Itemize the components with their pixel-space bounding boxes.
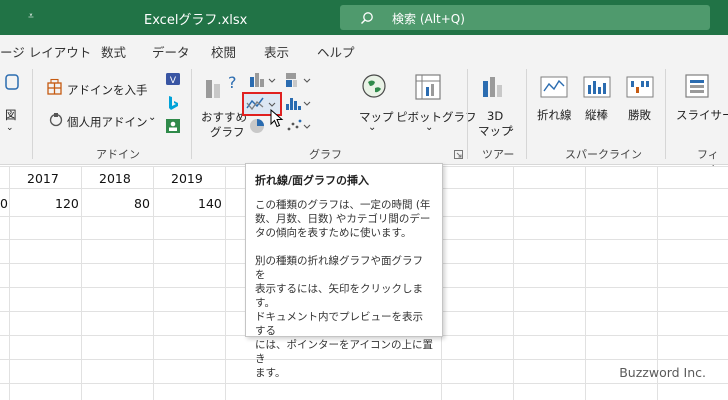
search-placeholder: 検索 (Alt+Q)	[392, 12, 465, 26]
svg-text:?: ?	[228, 73, 237, 92]
tab-review[interactable]: 校閲	[211, 42, 236, 61]
watermark: Buzzword Inc.	[619, 365, 706, 380]
tab-view[interactable]: 表示	[264, 42, 289, 61]
3d-map-label-1[interactable]: 3D	[487, 109, 503, 123]
recommended-charts-icon[interactable]: ?	[203, 72, 237, 100]
sparkline-line-icon[interactable]	[540, 75, 568, 99]
people-graph-icon[interactable]	[165, 118, 181, 134]
bing-maps-icon[interactable]	[165, 95, 181, 111]
slicer-icon[interactable]	[684, 73, 712, 101]
quick-access-customize-icon[interactable]: ⩡	[24, 8, 38, 26]
search-box[interactable]: 検索 (Alt+Q)	[340, 5, 710, 30]
grid-line	[9, 166, 10, 400]
shapes-icon[interactable]	[2, 73, 22, 93]
addins-group-label: アドイン	[96, 148, 140, 161]
ribbon-tabs: ージ レイアウト 数式 データ 校閲 表示 ヘルプ	[0, 35, 728, 65]
search-icon	[361, 12, 373, 24]
grid-line	[585, 166, 586, 400]
scatter-chart-icon[interactable]	[284, 117, 314, 135]
get-addins-button[interactable]: アドインを入手	[67, 82, 148, 98]
table-header-cell[interactable]: 2018	[99, 171, 131, 186]
sparkline-winloss-icon[interactable]	[626, 75, 654, 99]
sparkline-column-button[interactable]: 縦棒	[585, 107, 608, 123]
store-icon	[47, 78, 62, 95]
title-bar: ⩡ Excelグラフ.xlsx 検索 (Alt+Q)	[0, 0, 728, 35]
separator	[191, 69, 192, 159]
map-chart-icon[interactable]	[361, 73, 387, 99]
table-header-cell[interactable]: 2017	[27, 171, 59, 186]
grid-line	[81, 166, 82, 400]
visio-icon[interactable]: V	[165, 71, 181, 87]
tab-formulas[interactable]: 数式	[101, 42, 126, 61]
document-title: Excelグラフ.xlsx	[144, 13, 248, 28]
tooltip-hint: 別の種類の折れ線グラフや面グラフを 表示するには、矢印をクリックします。 ドキュ…	[255, 255, 433, 379]
grid-line	[153, 166, 154, 400]
tours-group-label: ツアー	[482, 148, 515, 161]
svg-text:V: V	[170, 76, 177, 86]
sparkline-line-button[interactable]: 折れ線	[537, 107, 572, 123]
3d-map-icon[interactable]	[480, 73, 506, 101]
separator	[467, 69, 468, 159]
grid-line	[513, 166, 514, 400]
tab-data[interactable]: データ	[152, 42, 190, 61]
my-addins-dropdown-icon[interactable]: ⌄	[148, 112, 156, 123]
mouse-pointer-icon	[270, 109, 284, 128]
separator	[526, 69, 527, 159]
table-header-cell[interactable]: 2019	[171, 171, 203, 186]
illustrations-dropdown-icon[interactable]: ⌄	[6, 123, 14, 133]
table-value-cell[interactable]: 120	[55, 196, 79, 211]
charts-group-label: グラフ	[309, 148, 342, 161]
sparklines-group-label: スパークライン	[565, 148, 642, 161]
table-value-cell[interactable]: 80	[134, 196, 150, 211]
illustrations-label[interactable]: 図	[5, 107, 17, 123]
pivot-chart-icon[interactable]	[414, 73, 442, 101]
pivot-chart-dropdown-icon[interactable]: ⌄	[425, 122, 433, 133]
recommended-charts-label-1[interactable]: おすすめ	[201, 109, 247, 125]
separator	[32, 69, 33, 159]
grid-line	[225, 166, 226, 400]
sparkline-column-icon[interactable]	[583, 75, 611, 99]
line-area-chart-tooltip: 折れ線/面グラフの挿入 この種類のグラフは、一定の時間 (年 数、月数、日数) …	[245, 163, 443, 379]
tooltip-description: この種類のグラフは、一定の時間 (年 数、月数、日数) やカテゴリ間のデー タの…	[255, 199, 431, 239]
separator	[665, 69, 666, 159]
dialog-launcher-icon[interactable]	[454, 150, 463, 159]
maps-dropdown-icon[interactable]: ⌄	[368, 122, 376, 133]
tooltip-title: 折れ線/面グラフの挿入	[255, 174, 370, 187]
ribbon: 図 ⌄ アドインを入手 個人用アドイン ⌄ V アドイン ? おすすめ グラフ	[0, 65, 728, 177]
my-addins-button[interactable]: 個人用アドイン	[67, 114, 148, 130]
table-value-cell[interactable]: 140	[198, 196, 222, 211]
hierarchy-chart-icon[interactable]	[284, 71, 314, 89]
tab-page-layout[interactable]: ージ レイアウト	[0, 42, 91, 61]
slicer-button[interactable]: スライサー	[676, 107, 728, 123]
tab-help[interactable]: ヘルプ	[317, 42, 355, 61]
3d-map-dropdown-icon[interactable]: ⌄	[507, 123, 515, 134]
sparkline-winloss-button[interactable]: 勝敗	[628, 107, 651, 123]
recommended-charts-label-2[interactable]: グラフ	[210, 124, 245, 140]
grid-line	[0, 383, 728, 384]
pivot-chart-button-label[interactable]: ピボットグラフ	[396, 109, 477, 125]
column-chart-icon[interactable]	[248, 71, 278, 89]
my-addins-icon	[49, 113, 63, 127]
statistic-chart-icon[interactable]	[284, 94, 314, 112]
table-value-cell[interactable]: 0	[0, 196, 8, 211]
